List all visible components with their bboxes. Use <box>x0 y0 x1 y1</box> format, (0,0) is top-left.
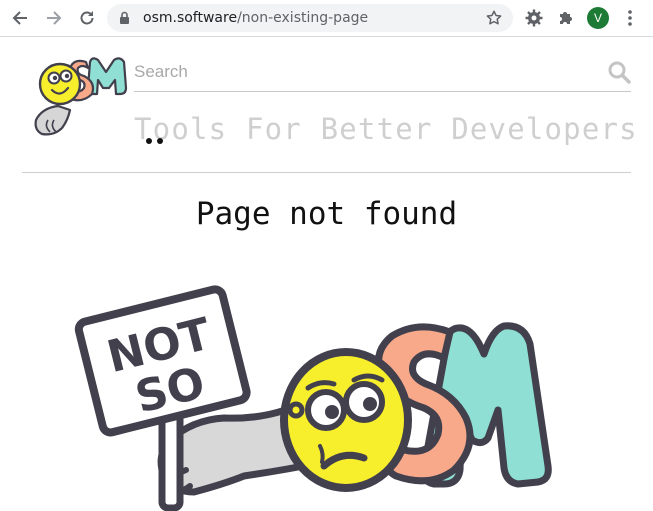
search-bar <box>134 56 631 92</box>
url-text[interactable]: osm.software/non-existing-page <box>143 9 368 27</box>
back-arrow-icon <box>12 11 27 25</box>
address-bar[interactable]: osm.software/non-existing-page <box>107 4 513 32</box>
url-host: osm.software <box>143 10 238 26</box>
extension-gear-icon[interactable] <box>524 8 544 28</box>
reload-icon <box>80 11 94 25</box>
loading-dot <box>157 138 163 144</box>
page-title: Page not found <box>195 196 458 232</box>
header-divider <box>22 172 631 173</box>
lock-icon[interactable] <box>119 11 130 25</box>
loading-dot <box>146 138 152 144</box>
site-tagline: Tools For Better Developers <box>134 112 638 146</box>
page-content: Tools For Better Developers Page not fou… <box>0 38 653 511</box>
browser-toolbar: osm.software/non-existing-page V <box>0 0 653 37</box>
profile-avatar[interactable]: V <box>587 7 609 29</box>
forward-button[interactable] <box>44 8 64 28</box>
menu-kebab-icon[interactable] <box>620 8 640 28</box>
not-found-illustration: NOT SO <box>74 285 552 511</box>
forward-arrow-icon <box>47 11 62 25</box>
search-input[interactable] <box>134 58 574 86</box>
loading-dots <box>146 129 168 148</box>
extensions-puzzle-icon[interactable] <box>556 8 576 28</box>
bookmark-star-icon[interactable] <box>485 9 503 27</box>
search-icon[interactable] <box>607 60 631 84</box>
site-logo[interactable] <box>28 48 130 138</box>
back-button[interactable] <box>10 8 30 28</box>
url-path: /non-existing-page <box>237 10 369 26</box>
reload-button[interactable] <box>77 8 97 28</box>
